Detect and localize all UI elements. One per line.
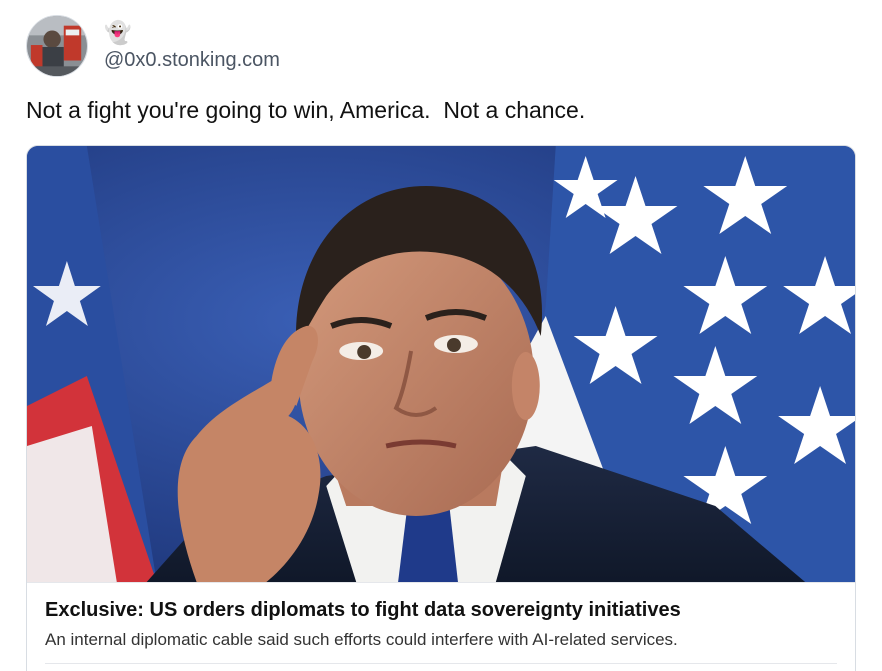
- link-card[interactable]: Exclusive: US orders diplomats to fight …: [26, 145, 856, 671]
- link-card-image[interactable]: [27, 146, 855, 582]
- display-name[interactable]: 👻: [104, 20, 280, 46]
- author-handle[interactable]: @0x0.stonking.com: [104, 48, 280, 72]
- card-divider: [45, 663, 837, 664]
- post-header: 👻 @0x0.stonking.com: [26, 14, 280, 78]
- avatar[interactable]: [26, 15, 88, 77]
- post-text: Not a fight you're going to win, America…: [26, 97, 586, 123]
- author-identity: 👻 @0x0.stonking.com: [104, 15, 280, 77]
- post: 👻 @0x0.stonking.com Not a fight you're g…: [0, 0, 882, 671]
- link-card-title[interactable]: Exclusive: US orders diplomats to fight …: [45, 597, 837, 623]
- link-card-description: An internal diplomatic cable said such e…: [45, 630, 678, 649]
- link-card-meta: Exclusive: US orders diplomats to fight …: [27, 582, 855, 664]
